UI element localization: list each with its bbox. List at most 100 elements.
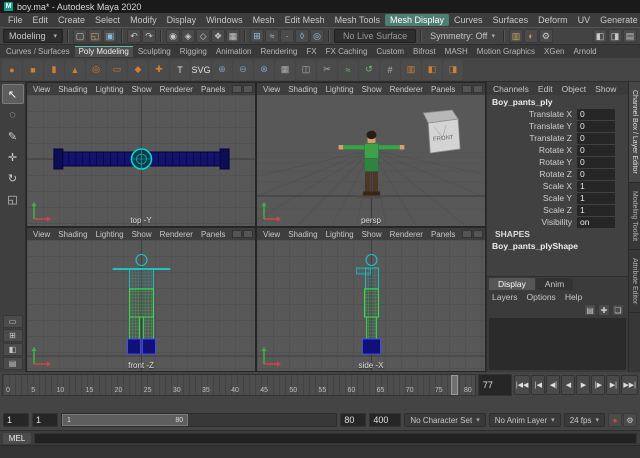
layer-editor-menu-item[interactable]: Options <box>527 292 556 302</box>
viewport-menu-item[interactable]: Lighting <box>322 230 358 239</box>
poly-disc-icon[interactable]: ◆ <box>128 60 148 80</box>
viewport-menu-item[interactable]: View <box>29 85 54 94</box>
attribute-value-field[interactable]: 1 <box>577 205 615 216</box>
viewport-menu-item[interactable]: Renderer <box>156 85 197 94</box>
play-backwards-button[interactable]: ◀ <box>561 375 575 395</box>
menu-item[interactable]: Mesh Tools <box>330 14 385 26</box>
menu-item[interactable]: Windows <box>201 14 248 26</box>
viewport-menu-item[interactable]: Show <box>358 230 386 239</box>
show-modeling-toolkit-icon[interactable]: ◧ <box>593 29 607 43</box>
attribute-value-field[interactable]: 0 <box>577 121 615 132</box>
shelf-tab[interactable]: Rendering <box>256 46 301 57</box>
viewport-menu-item[interactable]: View <box>259 85 284 94</box>
select-object-icon[interactable]: ◈ <box>181 29 195 43</box>
mirror-icon[interactable]: ◫ <box>296 60 316 80</box>
attribute-label[interactable]: Translate Y <box>487 121 577 131</box>
viewport-menu-item[interactable]: Renderer <box>156 230 197 239</box>
viewport-menu-item[interactable]: Shading <box>54 230 91 239</box>
render-frame-icon[interactable]: ▥ <box>509 29 523 43</box>
attribute-label[interactable]: Translate X <box>487 109 577 119</box>
animation-start-field[interactable]: 1 <box>3 413 29 427</box>
step-forward-frame-button[interactable]: ▶| <box>606 375 620 395</box>
animation-preferences-icon[interactable]: ⚙ <box>623 413 637 427</box>
menu-item[interactable]: UV <box>573 14 596 26</box>
attribute-label[interactable]: Scale Z <box>487 205 577 215</box>
step-back-key-button[interactable]: ◀| <box>546 375 560 395</box>
make-live-icon[interactable]: ◎ <box>310 29 324 43</box>
viewport-menu-item[interactable]: Renderer <box>386 230 427 239</box>
viewport-mini-icon[interactable] <box>462 230 472 238</box>
shelf-tab[interactable]: FX <box>302 46 320 57</box>
type-tool-icon[interactable]: T <box>170 60 190 80</box>
attribute-value-field[interactable]: 0 <box>577 157 615 168</box>
side-view-canvas[interactable]: side -X <box>257 240 485 371</box>
channel-box-menu-item[interactable]: Edit <box>538 84 553 94</box>
attribute-label[interactable]: Visibility <box>487 217 577 227</box>
viewport-menu-item[interactable]: Shading <box>54 85 91 94</box>
poly-plane-icon[interactable]: ▭ <box>107 60 127 80</box>
shelf-tab[interactable]: FX Caching <box>322 46 372 57</box>
smooth-icon[interactable]: ≈ <box>338 60 358 80</box>
viewport-menu-item[interactable]: Shading <box>284 85 321 94</box>
layer-editor-menu-item[interactable]: Help <box>565 292 582 302</box>
select-hierarchy-icon[interactable]: ◉ <box>166 29 180 43</box>
animation-end-field[interactable]: 400 <box>369 413 401 427</box>
current-frame-field[interactable]: 77 <box>478 374 512 396</box>
shelf-tab[interactable]: Poly Modeling <box>75 46 133 57</box>
extrude-icon[interactable]: ▥ <box>401 60 421 80</box>
viewport-menu-item[interactable]: Show <box>358 85 386 94</box>
viewport-menu-item[interactable]: Panels <box>427 85 459 94</box>
viewport-menu-item[interactable]: Lighting <box>322 85 358 94</box>
attribute-label[interactable]: Translate Z <box>487 133 577 143</box>
create-layer-from-selected-icon[interactable]: ❏ <box>612 304 624 316</box>
auto-keyframe-icon[interactable]: ● <box>608 413 622 427</box>
attribute-value-field[interactable]: 0 <box>577 133 615 144</box>
viewport-menu-item[interactable]: View <box>29 230 54 239</box>
go-to-end-button[interactable]: ▶▶| <box>621 375 638 395</box>
no-live-surface-field[interactable]: No Live Surface <box>334 29 416 43</box>
svg-tool-icon[interactable]: SVG <box>191 60 211 80</box>
viewport-menu-item[interactable]: Panels <box>197 85 229 94</box>
menu-item[interactable]: File <box>3 14 28 26</box>
attribute-label[interactable]: Rotate Y <box>487 157 577 167</box>
poly-torus-icon[interactable]: ◎ <box>86 60 106 80</box>
top-view-canvas[interactable]: top -Y <box>27 95 255 226</box>
persp-view-canvas[interactable]: FRONT <box>257 95 485 226</box>
two-pane-layout[interactable]: ◧ <box>3 343 23 356</box>
menu-item[interactable]: Surfaces <box>488 14 534 26</box>
go-to-start-button[interactable]: |◀◀ <box>514 375 531 395</box>
lasso-tool[interactable]: ◌ <box>2 105 24 125</box>
shelf-tab[interactable]: Arnold <box>570 46 601 57</box>
viewport-mini-icon[interactable] <box>243 85 253 93</box>
playback-start-field[interactable]: 1 <box>32 413 58 427</box>
step-back-frame-button[interactable]: |◀ <box>531 375 545 395</box>
undo-icon[interactable]: ↶ <box>127 29 141 43</box>
viewport-mini-icon[interactable] <box>462 85 472 93</box>
layer-list[interactable] <box>489 318 626 370</box>
viewport-menu-item[interactable]: Panels <box>427 230 459 239</box>
menu-item[interactable]: Modify <box>125 14 162 26</box>
move-tool[interactable]: ✛ <box>2 147 24 167</box>
step-forward-key-button[interactable]: |▶ <box>591 375 605 395</box>
bridge-icon[interactable]: ◨ <box>443 60 463 80</box>
fps-dropdown[interactable]: 24 fps ▾ <box>564 413 605 427</box>
viewport-menu-item[interactable]: Shading <box>284 230 321 239</box>
open-scene-icon[interactable]: ◱ <box>88 29 102 43</box>
attribute-label[interactable]: Scale X <box>487 181 577 191</box>
right-panel-tab[interactable]: Modeling Toolkit <box>629 183 640 250</box>
attribute-label[interactable]: Rotate Z <box>487 169 577 179</box>
playback-end-field[interactable]: 80 <box>340 413 366 427</box>
attribute-value-field[interactable]: 1 <box>577 193 615 204</box>
attribute-label[interactable]: Rotate X <box>487 145 577 155</box>
platonic-solid-icon[interactable]: ✚ <box>149 60 169 80</box>
attribute-value-field[interactable]: 0 <box>577 169 615 180</box>
attribute-label[interactable]: Scale Y <box>487 193 577 203</box>
layer-editor-tab[interactable]: Display <box>489 278 535 290</box>
boolean-intersect-icon[interactable]: ⊗ <box>254 60 274 80</box>
single-pane-layout[interactable]: ▭ <box>3 315 23 328</box>
range-slider-track[interactable]: 1 80 <box>61 413 337 427</box>
scale-tool[interactable]: ◱ <box>2 189 24 209</box>
current-time-marker[interactable] <box>451 375 458 395</box>
command-mode-button[interactable]: MEL <box>3 433 31 444</box>
poly-cone-icon[interactable]: ▲ <box>65 60 85 80</box>
